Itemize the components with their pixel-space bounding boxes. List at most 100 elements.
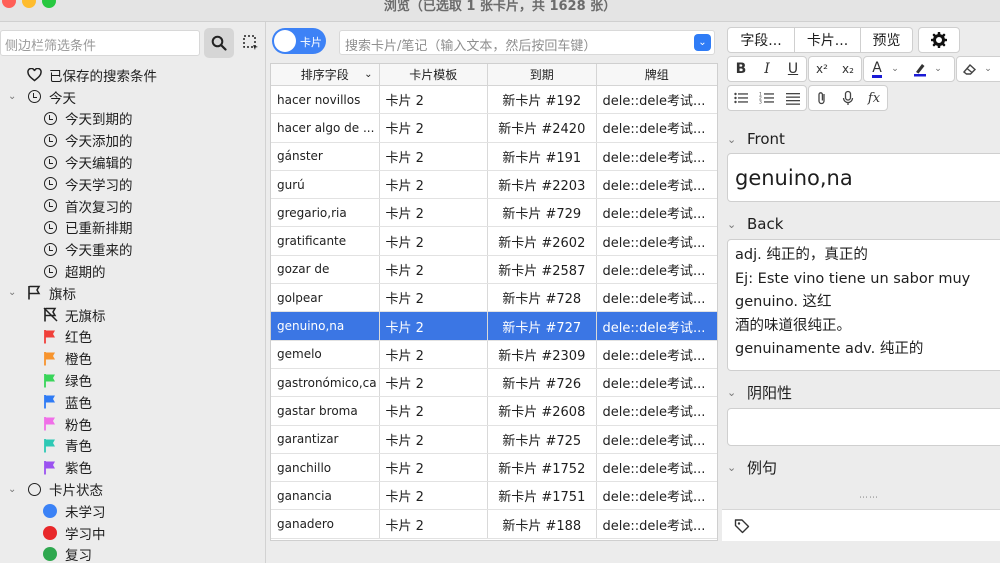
field-header-back[interactable]: ⌄ Back xyxy=(727,213,783,235)
sidebar-item[interactable]: 复习 xyxy=(0,544,266,563)
field-header-example[interactable]: ⌄ 例句 xyxy=(727,456,777,478)
sidebar-item[interactable]: 首次复习的 xyxy=(0,195,266,217)
sidebar-item[interactable]: 今天编辑的 xyxy=(0,151,266,173)
field-header-gender[interactable]: ⌄ 阴阳性 xyxy=(727,381,792,403)
table-cell: 卡片 2 xyxy=(380,368,489,397)
microphone-icon[interactable] xyxy=(836,86,860,110)
sidebar-item[interactable]: 今天添加的 xyxy=(0,129,266,151)
eraser-icon[interactable] xyxy=(958,57,982,81)
numbered-list-icon[interactable]: 123 xyxy=(755,86,779,110)
table-row[interactable]: gastar broma 卡片 2 新卡片 #2608 dele::dele考试... xyxy=(271,397,717,426)
chevron-down-icon[interactable]: ⌄ xyxy=(694,34,711,51)
table-row[interactable]: ganchillo 卡片 2 新卡片 #1752 dele::dele考试... xyxy=(271,453,717,483)
table-row[interactable]: garantizar 卡片 2 新卡片 #725 dele::dele考试... xyxy=(271,425,717,454)
sidebar-item[interactable]: 紫色 xyxy=(0,456,266,478)
column-header-template[interactable]: 卡片模板 xyxy=(380,64,489,85)
table-row[interactable]: gurú 卡片 2 新卡片 #2203 dele::dele考试... xyxy=(271,170,717,200)
function-icon[interactable]: fx xyxy=(862,86,886,110)
chevron-down-icon: ⌄ xyxy=(727,132,737,146)
sidebar-item-label: 红色 xyxy=(65,330,92,347)
sidebar-item[interactable]: 超期的 xyxy=(0,260,266,282)
sidebar-item[interactable]: 已保存的搜索条件 xyxy=(0,64,266,86)
align-icon[interactable] xyxy=(781,86,805,110)
tag-editor[interactable] xyxy=(722,509,1000,541)
sidebar-filter-input[interactable]: 侧边栏筛选条件 xyxy=(0,30,200,56)
fields-button[interactable]: 字段... xyxy=(727,27,795,53)
superscript-icon[interactable]: x² xyxy=(810,57,834,81)
bullet-list-icon[interactable] xyxy=(729,86,753,110)
sidebar-item[interactable]: 今天学习的 xyxy=(0,173,266,195)
sidebar-select-tool-button[interactable] xyxy=(236,28,266,58)
table-cell: dele::dele考试... xyxy=(602,235,706,251)
card-search-input[interactable]: 搜索卡片/笔记（输入文本，然后按回车键） ⌄ xyxy=(339,30,715,55)
chevron-down-icon[interactable]: ⌄ xyxy=(981,57,995,81)
column-header-sort-field[interactable]: 排序字段 ⌄ xyxy=(271,64,380,85)
paperclip-icon[interactable] xyxy=(810,86,834,110)
sidebar-item[interactable]: 无旗标 xyxy=(0,304,266,326)
window-title: 浏览（已选取 1 张卡片，共 1628 张） xyxy=(383,0,617,14)
underline-icon[interactable]: U xyxy=(781,57,805,81)
front-field[interactable]: genuino,na xyxy=(727,153,1000,202)
table-cell: dele::dele考试... xyxy=(602,433,706,449)
chevron-down-icon[interactable]: ⌄ xyxy=(931,57,945,81)
sidebar-item[interactable]: 蓝色 xyxy=(0,391,266,413)
table-row[interactable]: gregario,ria 卡片 2 新卡片 #729 dele::dele考试... xyxy=(271,199,717,228)
text-color-icon[interactable]: A xyxy=(865,57,889,81)
preview-button[interactable]: 预览 xyxy=(861,27,913,53)
sidebar-item-label: 绿色 xyxy=(65,374,92,391)
gender-field[interactable] xyxy=(727,408,1000,446)
table-row[interactable]: ganadero 卡片 2 新卡片 #188 dele::dele考试... xyxy=(271,510,717,539)
sidebar-item[interactable]: 橙色 xyxy=(0,347,266,369)
chevron-down-icon[interactable]: ⌄ xyxy=(888,57,902,81)
sidebar-item[interactable]: 绿色 xyxy=(0,369,266,391)
sidebar-search-button[interactable] xyxy=(204,28,234,58)
sidebar-item-label: 今天添加的 xyxy=(65,134,133,151)
chevron-down-icon[interactable]: ⌄ xyxy=(8,484,18,495)
table-row[interactable]: gánster 卡片 2 新卡片 #191 dele::dele考试... xyxy=(271,142,717,171)
table-row[interactable]: gastronómico,ca 卡片 2 新卡片 #726 dele::dele考试.… xyxy=(271,368,717,398)
field-header-front[interactable]: ⌄ Front xyxy=(727,128,785,150)
dot-icon xyxy=(42,525,58,541)
table-cell: gregario,ria xyxy=(271,199,380,227)
cards-notes-toggle[interactable]: 卡片 xyxy=(272,28,326,54)
sidebar-item[interactable]: ⌄ 卡片状态 xyxy=(0,478,266,500)
table-row[interactable]: golpear 卡片 2 新卡片 #728 dele::dele考试... xyxy=(271,284,717,313)
table-row[interactable]: gozar de 卡片 2 新卡片 #2587 dele::dele考试... xyxy=(271,255,717,285)
table-cell: 卡片 2 xyxy=(380,482,489,510)
table-row[interactable]: hacer novillos 卡片 2 新卡片 #192 dele::dele考试..… xyxy=(271,86,717,115)
back-field[interactable]: adj. 纯正的，真正的 Ej: Este vino tiene un sabo… xyxy=(727,239,1000,371)
table-cell: dele::dele考试... xyxy=(602,405,706,421)
bold-icon[interactable]: B xyxy=(729,57,753,81)
sidebar-item[interactable]: 今天重来的 xyxy=(0,238,266,260)
table-row[interactable]: gemelo 卡片 2 新卡片 #2309 dele::dele考试... xyxy=(271,340,717,369)
table-row[interactable]: genuino,na 卡片 2 新卡片 #727 dele::dele考试... xyxy=(271,312,717,341)
sidebar-item[interactable]: 未学习 xyxy=(0,500,266,522)
sidebar-item[interactable]: 已重新排期 xyxy=(0,217,266,239)
table-cell: 新卡片 #2203 xyxy=(488,170,597,199)
table-cell: ganchillo xyxy=(271,453,380,482)
sidebar-item[interactable]: 学习中 xyxy=(0,522,266,544)
table-row[interactable]: ganancia 卡片 2 新卡片 #1751 dele::dele考试... xyxy=(271,482,717,511)
toggle-knob xyxy=(274,30,296,52)
table-row[interactable]: hacer algo de ... 卡片 2 新卡片 #2420 dele::dele… xyxy=(271,114,717,143)
sidebar-item[interactable]: 今天到期的 xyxy=(0,108,266,130)
sidebar-item[interactable]: ⌄ 旗标 xyxy=(0,282,266,304)
table-cell: ganancia xyxy=(271,482,380,510)
clock-icon xyxy=(42,219,58,235)
subscript-icon[interactable]: x₂ xyxy=(836,57,860,81)
chevron-down-icon[interactable]: ⌄ xyxy=(8,91,18,102)
sidebar-item[interactable]: 青色 xyxy=(0,435,266,457)
resize-handle[interactable]: ⋯⋯ xyxy=(859,493,879,503)
chevron-down-icon[interactable]: ⌄ xyxy=(8,287,18,298)
cards-button[interactable]: 卡片... xyxy=(795,27,861,53)
sidebar-item[interactable]: ⌄ 今天 xyxy=(0,86,266,108)
editor-settings-button[interactable] xyxy=(918,27,960,53)
table-row[interactable]: gratificante 卡片 2 新卡片 #2602 dele::dele考试... xyxy=(271,227,717,256)
italic-icon[interactable]: I xyxy=(755,57,779,81)
sidebar-item[interactable]: 粉色 xyxy=(0,413,266,435)
column-header-due[interactable]: 到期 xyxy=(488,64,597,85)
sidebar-item[interactable]: 红色 xyxy=(0,326,266,348)
highlight-icon[interactable] xyxy=(908,57,932,81)
chevron-down-icon: ⌄ xyxy=(364,69,373,80)
column-header-deck[interactable]: 牌组 xyxy=(597,64,717,85)
